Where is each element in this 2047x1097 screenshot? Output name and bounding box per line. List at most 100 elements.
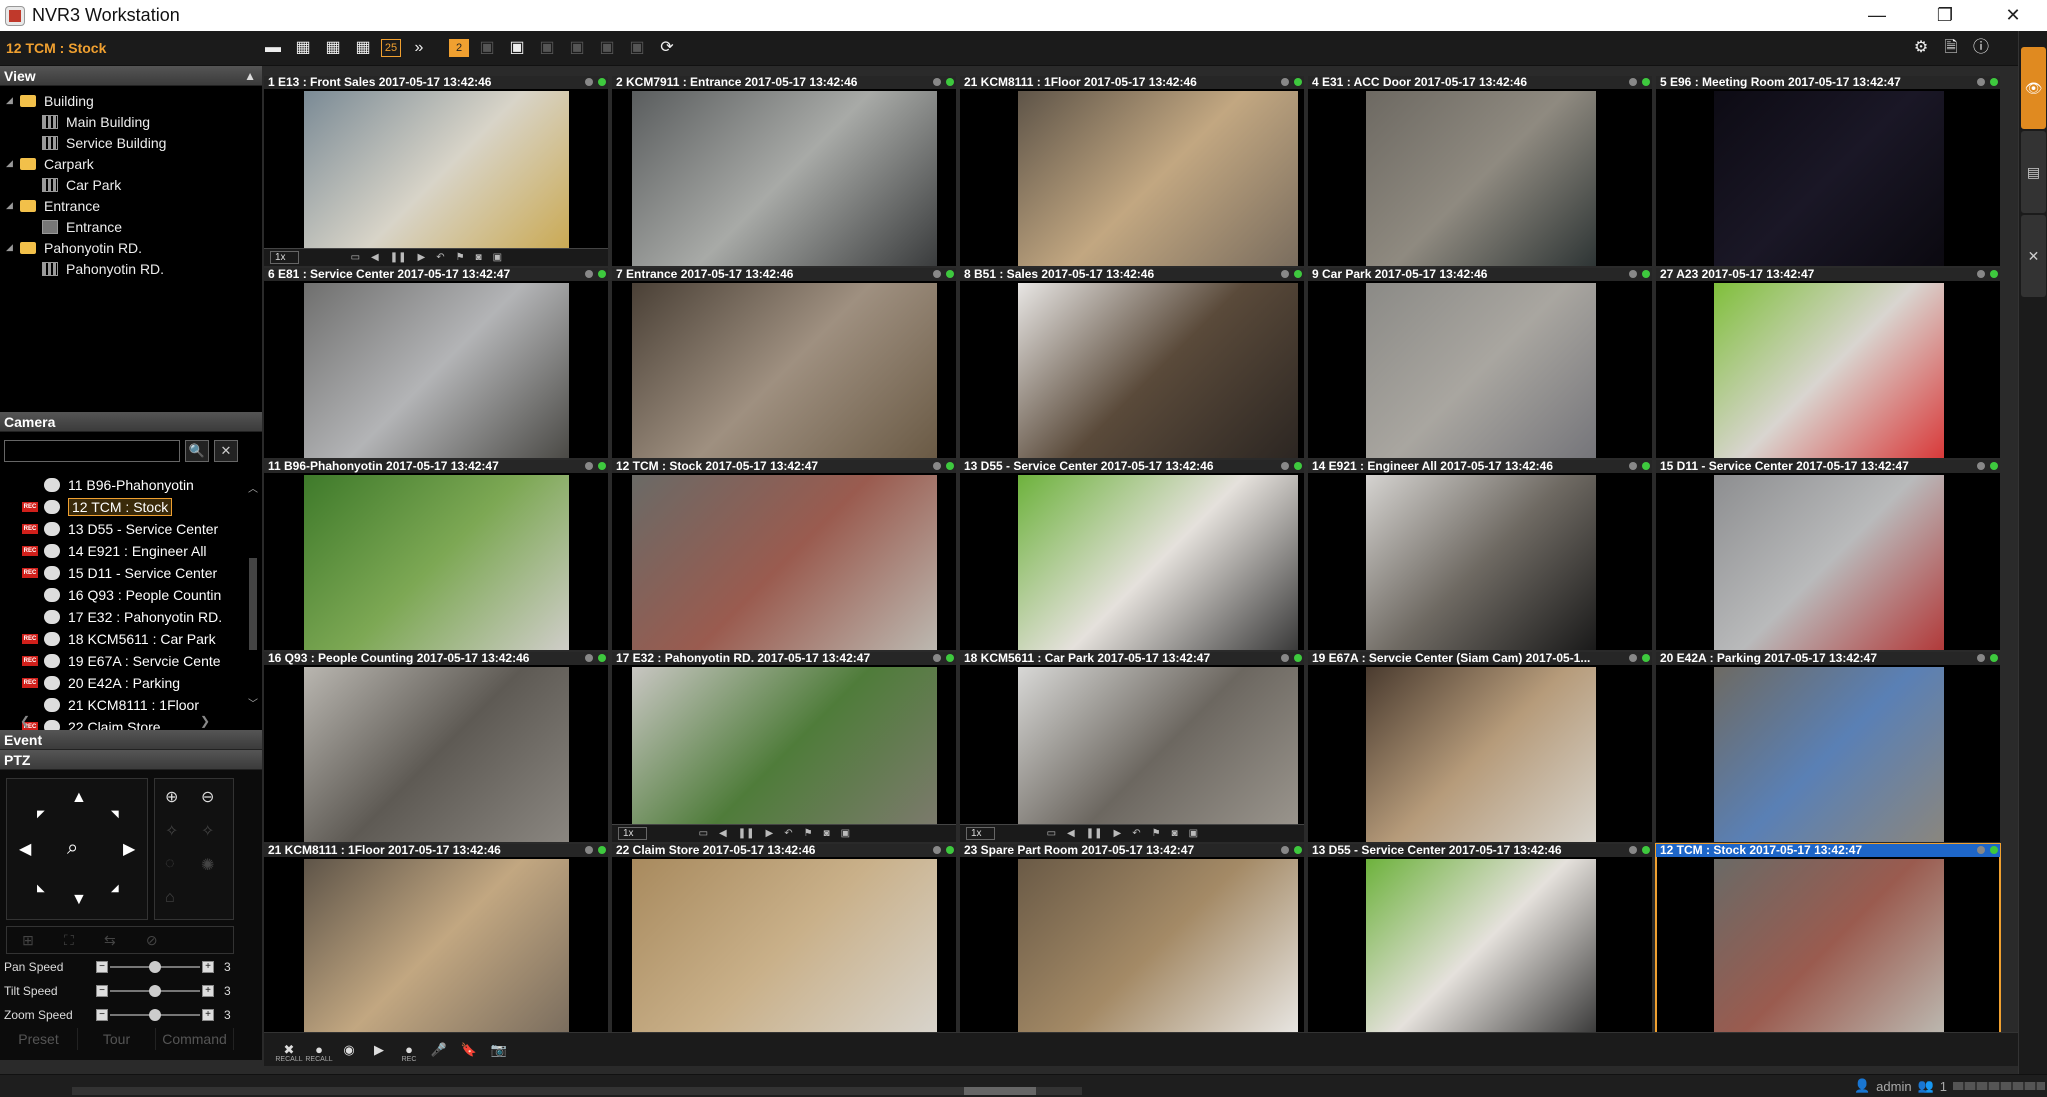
playback-speed-select[interactable]: 1x xyxy=(966,827,995,840)
layout-16-button[interactable]: ▦ xyxy=(351,37,375,59)
speed-slider[interactable]: − + xyxy=(96,961,214,973)
video-feed[interactable] xyxy=(1366,283,1596,458)
toolbar-icon-1[interactable]: ▣ xyxy=(475,37,499,59)
camera-tile[interactable]: 21 KCM8111 : 1Floor 2017-05-17 13:42:46 xyxy=(264,844,608,1034)
bottom-button-4[interactable]: ● REC xyxy=(394,1042,424,1063)
fullscreen-icon[interactable]: ⛶ xyxy=(64,932,74,949)
camera-list-item[interactable]: REC 12 TCM : Stock xyxy=(0,496,228,518)
iris-open-icon[interactable]: ◌ xyxy=(165,855,175,873)
chevron-left-icon[interactable]: ❮ xyxy=(20,714,30,728)
snapshot-icon[interactable]: ◙ xyxy=(476,252,482,263)
toolbar-icon-3[interactable]: ▣ xyxy=(535,37,559,59)
camera-list-item[interactable]: REC 19 E67A : Servcie Cente xyxy=(0,650,228,672)
video-feed[interactable] xyxy=(1714,667,1944,842)
arrow-down-right-icon[interactable]: ◢ xyxy=(111,883,119,894)
view-tree-item[interactable]: Pahonyotin RD. xyxy=(0,258,262,279)
playback-speed-select[interactable]: 1x xyxy=(270,251,299,264)
slider-knob[interactable] xyxy=(149,1009,161,1021)
maximize-button[interactable]: ❐ xyxy=(1911,0,1979,31)
camera-tile[interactable]: 8 B51 : Sales 2017-05-17 13:42:46 xyxy=(960,268,1304,458)
bookmark-icon[interactable]: ⚑ xyxy=(456,252,465,263)
view-panel-header[interactable]: View ▲ xyxy=(0,66,262,86)
bottom-button-6[interactable]: 🔖 xyxy=(454,1042,484,1058)
expand-icon[interactable]: ◢ xyxy=(6,95,16,106)
camera-list-scrollbar[interactable]: ︿ ﹀ xyxy=(246,480,260,710)
event-panel-header[interactable]: Event xyxy=(0,730,262,750)
camera-tile[interactable]: 2 KCM7911 : Entrance 2017-05-17 13:42:46 xyxy=(612,76,956,266)
bookmark-icon[interactable]: ⚑ xyxy=(804,828,813,839)
toolbar-icon-4[interactable]: ▣ xyxy=(565,37,589,59)
refresh-icon[interactable]: ⟳ xyxy=(655,37,679,59)
camera-tile[interactable]: 18 KCM5611 : Car Park 2017-05-17 13:42:4… xyxy=(960,652,1304,842)
video-feed[interactable] xyxy=(632,859,937,1034)
tab-tour[interactable]: Tour xyxy=(78,1028,156,1050)
arrow-left-icon[interactable]: ◀ xyxy=(19,839,31,859)
search-icon[interactable]: 🔍 xyxy=(185,440,209,462)
focus-far-icon[interactable]: ✧ xyxy=(201,821,214,841)
speed-slider[interactable]: − + xyxy=(96,1009,214,1021)
camera-tile[interactable]: 12 TCM : Stock 2017-05-17 13:42:47 xyxy=(1655,843,2001,1035)
camera-tile[interactable]: 20 E42A : Parking 2017-05-17 13:42:47 xyxy=(1656,652,2000,842)
arrow-down-left-icon[interactable]: ◣ xyxy=(37,883,45,894)
camera-list-item[interactable]: REC 20 E42A : Parking xyxy=(0,672,228,694)
view-tree-item[interactable]: Car Park xyxy=(0,174,262,195)
camera-tile[interactable]: 23 Spare Part Room 2017-05-17 13:42:47 xyxy=(960,844,1304,1034)
speed-slider[interactable]: − + xyxy=(96,985,214,997)
calendar-icon[interactable]: ▭ xyxy=(1047,828,1056,839)
expand-icon[interactable]: ◢ xyxy=(6,242,16,253)
camera-panel-header[interactable]: Camera xyxy=(0,412,262,432)
home-icon[interactable]: ⌂ xyxy=(165,889,175,907)
page-badge[interactable]: 2 xyxy=(449,39,469,57)
camera-tile[interactable]: 11 B96-Phahonyotin 2017-05-17 13:42:47 xyxy=(264,460,608,650)
view-tree-item[interactable]: ◢ Pahonyotin RD. xyxy=(0,237,262,258)
layout-9-button[interactable]: ▦ xyxy=(321,37,345,59)
bookmark-icon[interactable]: ⚑ xyxy=(1152,828,1161,839)
chevron-right-icon[interactable]: ❯ xyxy=(200,714,210,728)
video-feed[interactable] xyxy=(1714,859,1944,1034)
calendar-icon[interactable]: ▭ xyxy=(699,828,708,839)
video-feed[interactable] xyxy=(1018,667,1298,842)
swap-icon[interactable]: ⇆ xyxy=(104,932,116,949)
camera-tile[interactable]: 16 Q93 : People Counting 2017-05-17 13:4… xyxy=(264,652,608,842)
camera-tile[interactable]: 17 E32 : Pahonyotin RD. 2017-05-17 13:42… xyxy=(612,652,956,842)
camera-list-item[interactable]: 17 E32 : Pahonyotin RD. xyxy=(0,606,228,628)
view-tree-item[interactable]: ◢ Building xyxy=(0,90,262,111)
video-feed[interactable] xyxy=(1018,859,1298,1034)
camera-list-item[interactable]: REC 18 KCM5611 : Car Park xyxy=(0,628,228,650)
expand-icon[interactable]: ◢ xyxy=(6,158,16,169)
video-feed[interactable] xyxy=(1714,283,1944,458)
view-tree-item[interactable]: ◢ Entrance xyxy=(0,195,262,216)
step-back-icon[interactable]: ◀ xyxy=(719,828,727,839)
video-feed[interactable] xyxy=(632,283,937,458)
pause-icon[interactable]: ❚❚ xyxy=(1086,828,1103,839)
toolbar-icon-6[interactable]: ▣ xyxy=(625,37,649,59)
step-forward-icon[interactable]: ▶ xyxy=(417,252,425,263)
minus-icon[interactable]: − xyxy=(96,985,108,997)
view-tree-item[interactable]: Main Building xyxy=(0,111,262,132)
snapshot-icon[interactable]: ◙ xyxy=(1172,828,1178,839)
camera-tile[interactable]: 27 A23 2017-05-17 13:42:47 xyxy=(1656,268,2000,458)
zoom-out-icon[interactable]: ⊖ xyxy=(201,787,214,807)
plus-icon[interactable]: + xyxy=(202,985,214,997)
camera-tile[interactable]: 4 E31 : ACC Door 2017-05-17 13:42:46 xyxy=(1308,76,1652,266)
rewind-icon[interactable]: ↶ xyxy=(436,252,444,263)
camera-tile[interactable]: 14 E921 : Engineer All 2017-05-17 13:42:… xyxy=(1308,460,1652,650)
eye-icon[interactable]: 👁 xyxy=(2021,47,2046,129)
slider-knob[interactable] xyxy=(149,985,161,997)
ptz-panel-header[interactable]: PTZ xyxy=(0,750,262,770)
view-tree-item[interactable]: Entrance xyxy=(0,216,262,237)
video-feed[interactable] xyxy=(1714,475,1944,650)
arrow-right-icon[interactable]: ▶ xyxy=(123,839,135,859)
video-feed[interactable] xyxy=(632,667,937,842)
video-feed[interactable] xyxy=(1018,91,1298,266)
video-feed[interactable] xyxy=(304,91,569,266)
iris-close-icon[interactable]: ✺ xyxy=(201,855,214,875)
rewind-icon[interactable]: ↶ xyxy=(784,828,792,839)
camera-tile[interactable]: 1 E13 : Front Sales 2017-05-17 13:42:46 1… xyxy=(264,76,608,266)
pause-icon[interactable]: ❚❚ xyxy=(390,252,407,263)
playback-speed-select[interactable]: 1x xyxy=(618,827,647,840)
snapshot-icon[interactable]: ◙ xyxy=(824,828,830,839)
clear-icon[interactable]: ✕ xyxy=(214,440,238,462)
camera-tile[interactable]: 9 Car Park 2017-05-17 13:42:46 xyxy=(1308,268,1652,458)
zoom-in-icon[interactable]: ⊕ xyxy=(165,787,178,807)
